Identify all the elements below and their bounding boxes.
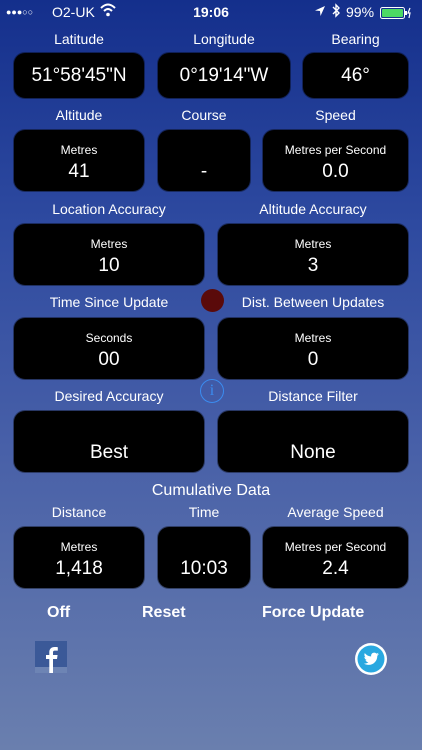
location-accuracy-unit: Metres xyxy=(90,237,128,251)
latitude-label: Latitude xyxy=(54,31,104,47)
cumulative-distance-display: Metres 1,418 xyxy=(14,527,144,588)
distance-filter-value: None xyxy=(290,442,336,463)
status-bar: ●●●○○ O2-UK 19:06 99% xyxy=(0,0,422,24)
dist-between-updates-label: Dist. Between Updates xyxy=(241,294,385,310)
average-speed-display: Metres per Second 2.4 xyxy=(263,527,408,588)
course-label: Course xyxy=(181,107,227,123)
altitude-value: 41 xyxy=(68,161,90,182)
longitude-label: Longitude xyxy=(193,31,255,47)
altitude-accuracy-value: 3 xyxy=(307,255,319,276)
altitude-accuracy-unit: Metres xyxy=(294,237,332,251)
cumulative-time-value: 10:03 xyxy=(180,558,228,579)
distance-filter-selector[interactable]: None xyxy=(218,411,408,472)
cumulative-distance-unit: Metres xyxy=(60,540,98,554)
desired-accuracy-value: Best xyxy=(89,442,129,463)
force-update-button[interactable]: Force Update xyxy=(262,604,364,622)
speed-unit: Metres per Second xyxy=(284,143,387,157)
bearing-display: 46° xyxy=(303,53,408,98)
altitude-label: Altitude xyxy=(55,107,103,123)
time-label: Time xyxy=(188,504,220,520)
average-speed-label: Average Speed xyxy=(287,504,384,520)
reset-button[interactable]: Reset xyxy=(142,604,186,622)
info-icon: i xyxy=(209,382,215,399)
course-value: - xyxy=(200,161,208,182)
average-speed-unit: Metres per Second xyxy=(284,540,387,554)
distance-filter-label: Distance Filter xyxy=(268,388,358,404)
bearing-value: 46° xyxy=(341,65,370,86)
twitter-button[interactable] xyxy=(354,642,388,676)
location-accuracy-label: Location Accuracy xyxy=(52,201,166,217)
cumulative-distance-value: 1,418 xyxy=(55,558,103,579)
bearing-label: Bearing xyxy=(331,31,380,47)
latitude-display: 51°58'45"N xyxy=(14,53,144,98)
facebook-button[interactable] xyxy=(35,641,67,673)
desired-accuracy-label: Desired Accuracy xyxy=(54,388,164,404)
speed-value: 0.0 xyxy=(322,161,349,182)
facebook-icon xyxy=(35,641,67,673)
cumulative-data-heading: Cumulative Data xyxy=(151,482,271,499)
altitude-display: Metres 41 xyxy=(14,130,144,191)
time-since-update-value: 00 xyxy=(98,349,120,370)
bluetooth-icon xyxy=(331,3,341,21)
dist-between-updates-display: Metres 0 xyxy=(218,318,408,379)
dist-between-updates-unit: Metres xyxy=(294,331,332,345)
battery-percent: 99% xyxy=(346,4,375,20)
distance-label: Distance xyxy=(51,504,107,520)
off-button[interactable]: Off xyxy=(47,604,70,622)
time-since-update-unit: Seconds xyxy=(85,331,133,345)
latitude-value: 51°58'45"N xyxy=(31,65,127,86)
altitude-accuracy-label: Altitude Accuracy xyxy=(259,201,367,217)
desired-accuracy-selector[interactable]: Best xyxy=(14,411,204,472)
time-since-update-label: Time Since Update xyxy=(49,294,169,310)
dist-between-updates-value: 0 xyxy=(307,349,319,370)
average-speed-value: 2.4 xyxy=(322,558,349,579)
longitude-value: 0°19'14"W xyxy=(179,65,269,86)
location-accuracy-display: Metres 10 xyxy=(14,224,204,285)
time-since-update-display: Seconds 00 xyxy=(14,318,204,379)
longitude-display: 0°19'14"W xyxy=(158,53,290,98)
location-arrow-icon xyxy=(314,4,326,20)
twitter-icon xyxy=(355,643,387,675)
altitude-unit: Metres xyxy=(60,143,98,157)
location-accuracy-value: 10 xyxy=(98,255,120,276)
speed-display: Metres per Second 0.0 xyxy=(263,130,408,191)
course-display: - xyxy=(158,130,250,191)
battery-icon xyxy=(380,6,412,22)
cumulative-time-display: 10:03 xyxy=(158,527,250,588)
altitude-accuracy-display: Metres 3 xyxy=(218,224,408,285)
speed-label: Speed xyxy=(315,107,356,123)
